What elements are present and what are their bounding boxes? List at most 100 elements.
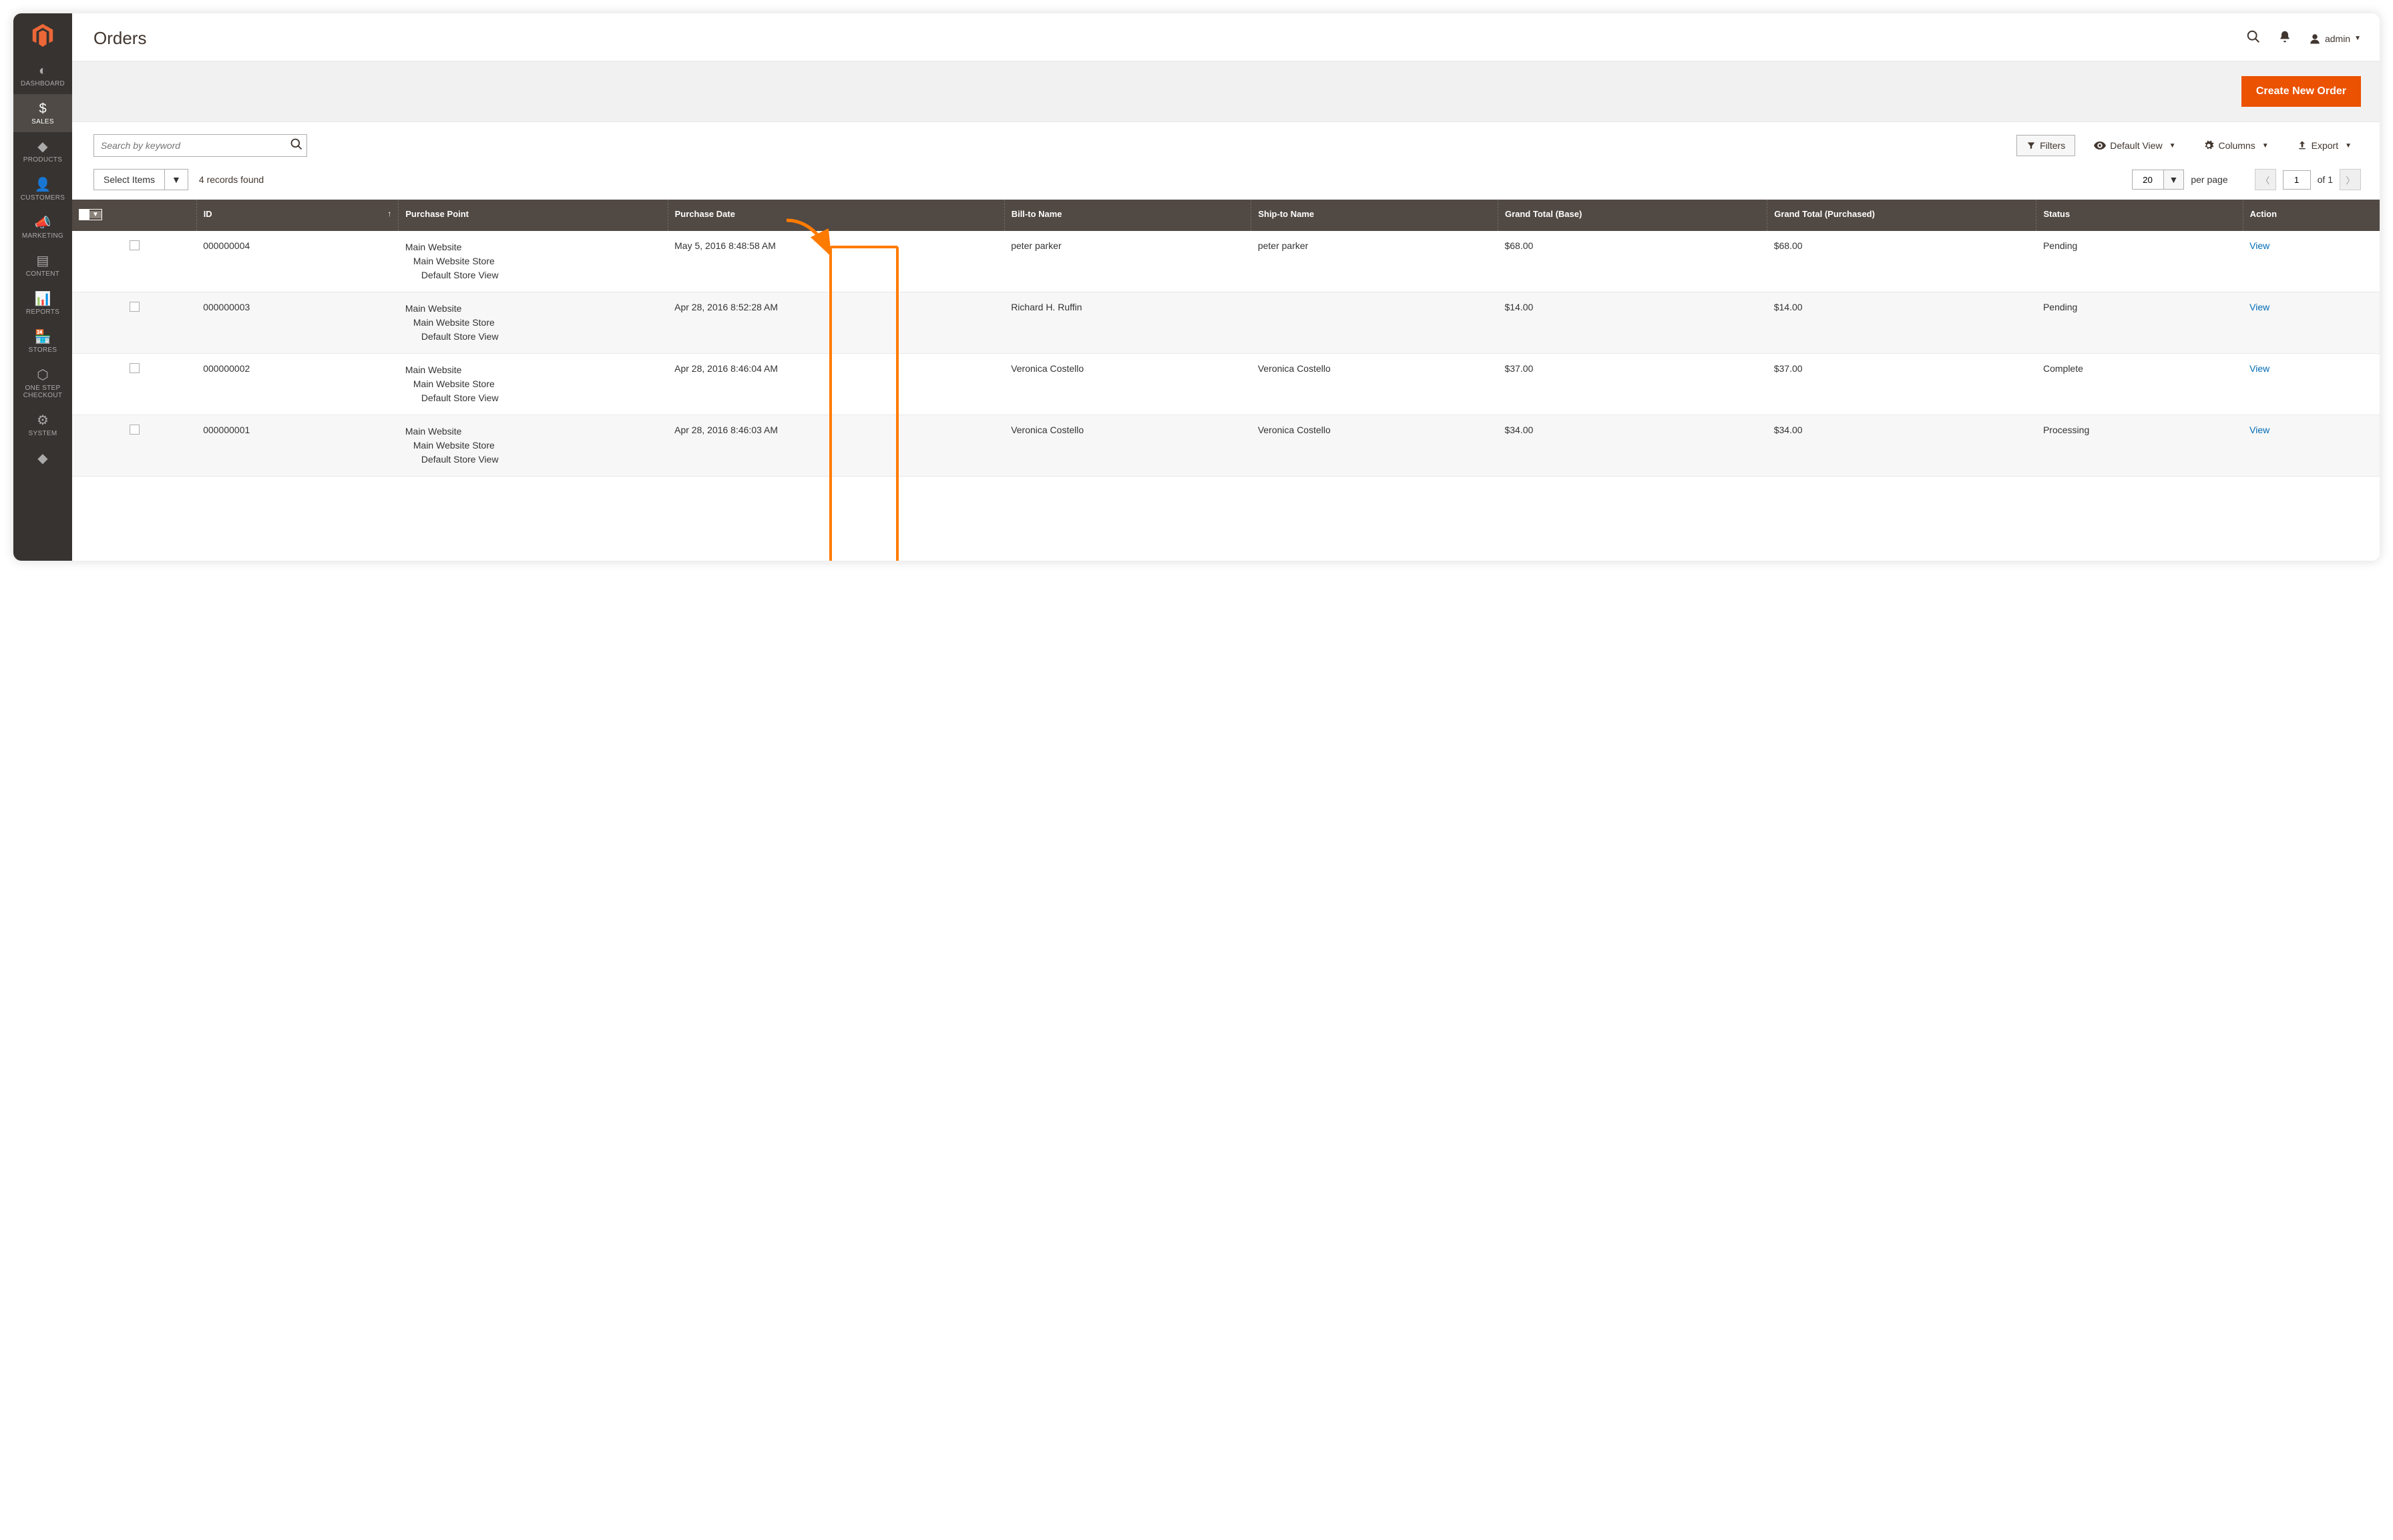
- sidebar-item-reports[interactable]: 📊 REPORTS: [13, 284, 72, 322]
- table-row[interactable]: 000000004Main WebsiteMain Website StoreD…: [72, 231, 2380, 292]
- cell-id: 000000002: [196, 354, 399, 415]
- col-status[interactable]: Status: [2036, 200, 2243, 231]
- cell-purchase-point: Main WebsiteMain Website StoreDefault St…: [399, 231, 668, 292]
- cell-purchase-point: Main WebsiteMain Website StoreDefault St…: [399, 415, 668, 477]
- nav-icon: $: [39, 102, 46, 115]
- export-button[interactable]: Export ▼: [2288, 136, 2361, 156]
- cell-id: 000000003: [196, 292, 399, 354]
- cell-bill-to: Veronica Costello: [1004, 354, 1251, 415]
- app-window: ◐DASHBOARD$SALES◆PRODUCTS👤CUSTOMERS📣MARK…: [13, 13, 2380, 561]
- nav-icon: 👤: [35, 178, 51, 192]
- user-label: admin: [2325, 33, 2350, 44]
- col-id[interactable]: ID↑: [196, 200, 399, 231]
- search-button[interactable]: [290, 138, 303, 154]
- sidebar-item-sales[interactable]: $SALES: [13, 94, 72, 132]
- cell-purchase-point: Main WebsiteMain Website StoreDefault St…: [399, 292, 668, 354]
- sidebar-item-content[interactable]: ▤CONTENT: [13, 246, 72, 284]
- next-page-button[interactable]: 〉: [2340, 169, 2361, 190]
- cell-gt-base: $34.00: [1498, 415, 1767, 477]
- search-input[interactable]: [93, 134, 307, 157]
- filters-button[interactable]: Filters: [2016, 135, 2075, 156]
- sidebar-item-stores[interactable]: 🏪 STORES: [13, 322, 72, 360]
- table-row[interactable]: 000000001Main WebsiteMain Website StoreD…: [72, 415, 2380, 477]
- cell-id: 000000004: [196, 231, 399, 292]
- row-checkbox[interactable]: [130, 425, 140, 435]
- row-checkbox[interactable]: [130, 363, 140, 373]
- table-row[interactable]: 000000003Main WebsiteMain Website StoreD…: [72, 292, 2380, 354]
- sidebar-item-item[interactable]: ◆: [13, 444, 72, 475]
- nav-icon: ⚙: [37, 414, 49, 427]
- notifications-icon[interactable]: [2278, 30, 2292, 47]
- create-order-button[interactable]: Create New Order: [2241, 76, 2361, 107]
- nav-label: STORES: [29, 346, 57, 354]
- cell-action: View: [2243, 292, 2380, 354]
- header: Orders admin ▼: [72, 13, 2380, 61]
- caret-down-icon: ▼: [2169, 142, 2176, 150]
- col-ship-to[interactable]: Ship-to Name: [1251, 200, 1498, 231]
- cell-purchase-point: Main WebsiteMain Website StoreDefault St…: [399, 354, 668, 415]
- user-menu[interactable]: admin ▼: [2309, 33, 2361, 45]
- sidebar-item-one-step-checkout[interactable]: ⬡ONE STEP CHECKOUT: [13, 360, 72, 406]
- header-icons: admin ▼: [2246, 29, 2361, 48]
- cell-status: Processing: [2036, 415, 2243, 477]
- col-grand-total-base[interactable]: Grand Total (Base): [1498, 200, 1767, 231]
- col-purchase-point[interactable]: Purchase Point: [399, 200, 668, 231]
- nav-icon: 📊: [35, 292, 51, 306]
- per-page-label: per page: [2191, 174, 2227, 185]
- page-input[interactable]: [2283, 170, 2311, 190]
- nav-icon: ▤: [37, 254, 49, 268]
- main-content: Orders admin ▼ Create New Order: [72, 13, 2380, 561]
- cell-action: View: [2243, 354, 2380, 415]
- nav-label: SYSTEM: [29, 430, 57, 437]
- sidebar-item-marketing[interactable]: 📣MARKETING: [13, 208, 72, 246]
- col-purchase-date[interactable]: Purchase Date: [668, 200, 1004, 231]
- cell-ship-to: [1251, 292, 1498, 354]
- page-size-drop[interactable]: ▼: [2164, 170, 2185, 190]
- row-checkbox[interactable]: [130, 240, 140, 250]
- export-icon: [2297, 140, 2308, 151]
- view-link[interactable]: View: [2249, 240, 2269, 251]
- sidebar-item-system[interactable]: ⚙ SYSTEM: [13, 406, 72, 444]
- view-link[interactable]: View: [2249, 425, 2269, 435]
- cell-gt-purchased: $34.00: [1767, 415, 2036, 477]
- select-items-label: Select Items: [93, 169, 165, 190]
- eye-icon: [2094, 141, 2106, 150]
- columns-label: Columns: [2218, 140, 2255, 151]
- sidebar-item-products[interactable]: ◆PRODUCTS: [13, 132, 72, 170]
- sidebar-item-dashboard[interactable]: ◐DASHBOARD: [13, 56, 72, 94]
- row-checkbox[interactable]: [130, 302, 140, 312]
- cell-gt-purchased: $68.00: [1767, 231, 2036, 292]
- col-action[interactable]: Action: [2243, 200, 2380, 231]
- view-link[interactable]: View: [2249, 363, 2269, 374]
- columns-button[interactable]: Columns ▼: [2194, 136, 2277, 156]
- nav-icon: 🏪: [35, 330, 51, 344]
- page-size-input[interactable]: [2132, 170, 2164, 190]
- toolbar: Filters Default View ▼ Columns ▼ Export …: [72, 122, 2380, 162]
- sidebar-item-customers[interactable]: 👤 CUSTOMERS: [13, 170, 72, 208]
- cell-gt-base: $37.00: [1498, 354, 1767, 415]
- nav-label: CUSTOMERS: [21, 194, 65, 202]
- caret-down-icon: ▼: [2345, 142, 2352, 150]
- search-icon[interactable]: [2246, 29, 2261, 48]
- default-view-button[interactable]: Default View ▼: [2085, 136, 2185, 156]
- caret-down-icon: ▼: [165, 169, 188, 190]
- caret-down-icon: ▼: [2354, 35, 2361, 42]
- col-bill-to[interactable]: Bill-to Name: [1004, 200, 1251, 231]
- cell-status: Complete: [2036, 354, 2243, 415]
- nav-label: PRODUCTS: [23, 156, 63, 164]
- table-row[interactable]: 000000002Main WebsiteMain Website StoreD…: [72, 354, 2380, 415]
- view-link[interactable]: View: [2249, 302, 2269, 312]
- cell-id: 000000001: [196, 415, 399, 477]
- nav-label: DASHBOARD: [21, 80, 65, 87]
- prev-page-button[interactable]: 〈: [2255, 169, 2276, 190]
- caret-down-icon: ▼: [2262, 142, 2269, 150]
- cell-date: Apr 28, 2016 8:46:04 AM: [668, 354, 1004, 415]
- nav-label: REPORTS: [26, 308, 59, 316]
- page-of-label: of 1: [2318, 174, 2333, 185]
- select-items-dropdown[interactable]: Select Items ▼: [93, 169, 188, 190]
- col-checkbox[interactable]: ▼: [72, 200, 196, 231]
- col-grand-total-purchased[interactable]: Grand Total (Purchased): [1767, 200, 2036, 231]
- cell-action: View: [2243, 415, 2380, 477]
- nav-icon: ⬡: [37, 368, 48, 382]
- nav-icon: ◆: [37, 452, 47, 465]
